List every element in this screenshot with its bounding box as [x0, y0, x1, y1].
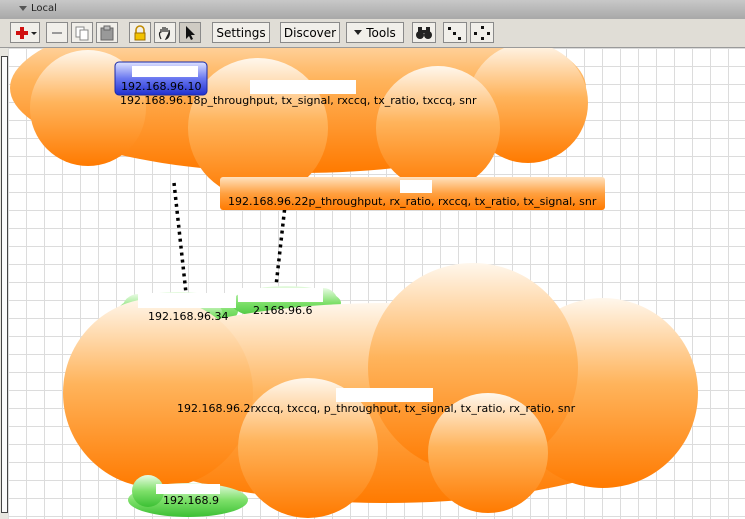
- green-node-label: 192.168.96.34: [148, 310, 229, 323]
- redacted-name: [132, 66, 198, 77]
- redacted-name: [336, 388, 433, 402]
- map-drawing: [10, 48, 698, 518]
- network-map-canvas[interactable]: 192.168.96.10 192.168.96.18p_throughput,…: [8, 48, 745, 519]
- redacted-name: [250, 80, 356, 94]
- lock-icon: [134, 24, 146, 40]
- copy-icon: [75, 26, 89, 40]
- add-icon: [16, 26, 37, 39]
- autolayout-icon: [448, 26, 461, 40]
- window-titlebar[interactable]: Local: [0, 0, 745, 20]
- hand-icon: [158, 26, 170, 40]
- layout-circle-icon: [474, 25, 490, 40]
- copy-button[interactable]: [71, 22, 93, 43]
- add-button[interactable]: [10, 22, 40, 43]
- big-cloud-label: 192.168.96.2rxccq, txccq, p_throughput, …: [177, 402, 576, 415]
- redacted-name: [156, 484, 220, 494]
- pointer-button[interactable]: [179, 22, 201, 43]
- lock-button[interactable]: [129, 22, 151, 43]
- binoculars-icon: [416, 26, 432, 39]
- autolayout-button[interactable]: [443, 22, 467, 43]
- find-button[interactable]: [412, 22, 436, 43]
- toolbar: Settings Discover Tools: [0, 19, 745, 48]
- tools-label: Tools: [366, 25, 396, 40]
- settings-button[interactable]: Settings: [212, 22, 270, 43]
- top-cloud-shape[interactable]: [10, 48, 588, 198]
- top-cloud-label: 192.168.96.18p_throughput, tx_signal, rx…: [120, 94, 477, 107]
- redacted-name: [400, 180, 432, 193]
- middle-node-label: 192.168.96.22p_throughput, rx_ratio, rxc…: [228, 195, 597, 208]
- paste-icon: [100, 25, 114, 40]
- layout-circle-button[interactable]: [470, 22, 494, 43]
- tools-dropdown[interactable]: Tools: [346, 22, 404, 43]
- redacted-name: [238, 288, 323, 302]
- selected-node-label: 192.168.96.10: [121, 80, 202, 93]
- paste-button[interactable]: [96, 22, 118, 43]
- link-line[interactable]: [172, 182, 188, 294]
- remove-icon: [52, 31, 62, 34]
- dropdown-arrow-icon: [354, 30, 363, 35]
- green-node-label: 192.168.9: [163, 494, 219, 507]
- collapse-chevron-icon[interactable]: [19, 6, 27, 11]
- green-node-label: 2.168.96.6: [253, 304, 313, 317]
- discover-button[interactable]: Discover: [280, 22, 340, 43]
- hand-button[interactable]: [154, 22, 176, 43]
- scrollbar-thumb[interactable]: [1, 56, 8, 513]
- window-title: Local: [31, 3, 57, 14]
- redacted-name: [138, 293, 236, 308]
- remove-button[interactable]: [46, 22, 68, 43]
- pointer-icon: [186, 25, 195, 40]
